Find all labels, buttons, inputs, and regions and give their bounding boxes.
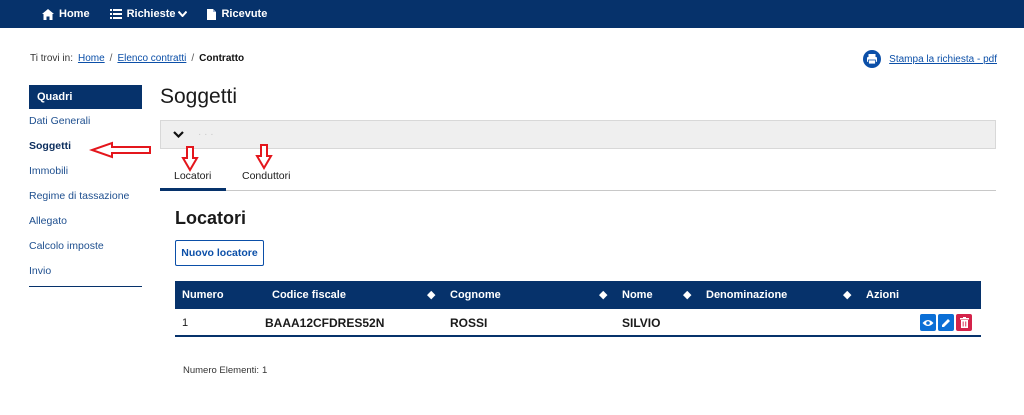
breadcrumb-separator: / [109,53,113,64]
chevron-down-icon [178,11,188,17]
sidebar-item-soggetti[interactable]: Soggetti [29,134,142,159]
nav-home[interactable]: Home [42,8,90,20]
cell-codice-fiscale: BAAA12CFDRES52N [265,316,385,330]
print-pdf-label: Stampa la richiesta - pdf [889,53,997,65]
sort-icon[interactable]: ◆ [599,281,607,309]
locatori-table: Numero Codice fiscale ◆ Cognome ◆ Nome ◆… [175,281,981,337]
cell-cognome: ROSSI [450,316,488,330]
accordion-label: · · · [198,129,214,140]
column-header-nome[interactable]: Nome [622,281,653,309]
document-icon [207,8,217,20]
sidebar-item-immobili[interactable]: Immobili [29,159,142,184]
sidebar-item-regime-tassazione[interactable]: Regime di tassazione [29,184,142,209]
pencil-icon [942,318,950,327]
breadcrumb-separator: / [191,53,195,64]
breadcrumb-contracts-link[interactable]: Elenco contratti [117,53,186,64]
sidebar-item-calcolo-imposte[interactable]: Calcolo imposte [29,234,142,259]
column-header-azioni: Azioni [866,289,899,301]
element-count-label: Numero Elementi: [183,365,260,376]
breadcrumb: Ti trovi in: Home / Elenco contratti / C… [30,53,244,64]
sort-icon[interactable]: ◆ [683,281,691,309]
nav-requests[interactable]: Richieste [109,8,188,20]
element-count-value: 1 [262,365,268,376]
list-icon [109,9,122,19]
section-title: Locatori [175,208,247,228]
trash-icon [959,317,969,328]
accordion-header[interactable]: · · · [160,120,996,149]
tab-bar: Locatori Conduttori [160,160,996,191]
row-actions [918,314,972,331]
chevron-down-icon [173,131,184,138]
column-header-codice-fiscale[interactable]: Codice fiscale [272,281,346,309]
print-icon [863,50,882,68]
table-row: 1 BAAA12CFDRES52N ROSSI SILVIO [175,309,981,337]
tab-locatori[interactable]: Locatori [174,170,211,182]
breadcrumb-current: Contratto [199,53,245,64]
sort-icon[interactable]: ◆ [427,281,435,309]
column-header-cognome[interactable]: Cognome [450,281,501,309]
sidebar-item-invio[interactable]: Invio [29,259,142,284]
nav-requests-label: Richieste [126,8,176,20]
column-header-denominazione[interactable]: Denominazione [706,281,787,309]
column-header-numero[interactable]: Numero [182,281,224,309]
eye-icon [922,319,934,326]
sort-icon[interactable]: ◆ [843,281,851,309]
breadcrumb-prefix: Ti trovi in: [30,53,73,64]
sidebar-item-dati-generali[interactable]: Dati Generali [29,109,142,134]
sidebar: Quadri Dati Generali Soggetti Immobili R… [29,85,142,287]
cell-nome: SILVIO [622,316,661,330]
new-locatore-button[interactable]: Nuovo locatore [175,240,264,266]
active-tab-indicator [160,188,226,191]
cell-numero: 1 [182,317,189,329]
sidebar-item-allegato[interactable]: Allegato [29,209,142,234]
table-header: Numero Codice fiscale ◆ Cognome ◆ Nome ◆… [175,281,981,309]
home-icon [42,8,54,20]
tab-conduttori[interactable]: Conduttori [242,170,290,182]
breadcrumb-home-link[interactable]: Home [78,53,105,64]
view-button[interactable] [920,314,936,331]
top-navbar: Home Richieste Ricevute [0,0,1024,28]
delete-button[interactable] [956,314,972,331]
element-count: Numero Elementi: 1 [183,365,267,376]
print-pdf-link[interactable]: Stampa la richiesta - pdf [863,50,997,68]
nav-received-label: Ricevute [221,8,268,20]
page-title: Soggetti [160,85,238,108]
nav-received[interactable]: Ricevute [207,8,267,20]
sidebar-header: Quadri [29,85,142,109]
edit-button[interactable] [938,314,954,331]
nav-home-label: Home [59,8,90,20]
